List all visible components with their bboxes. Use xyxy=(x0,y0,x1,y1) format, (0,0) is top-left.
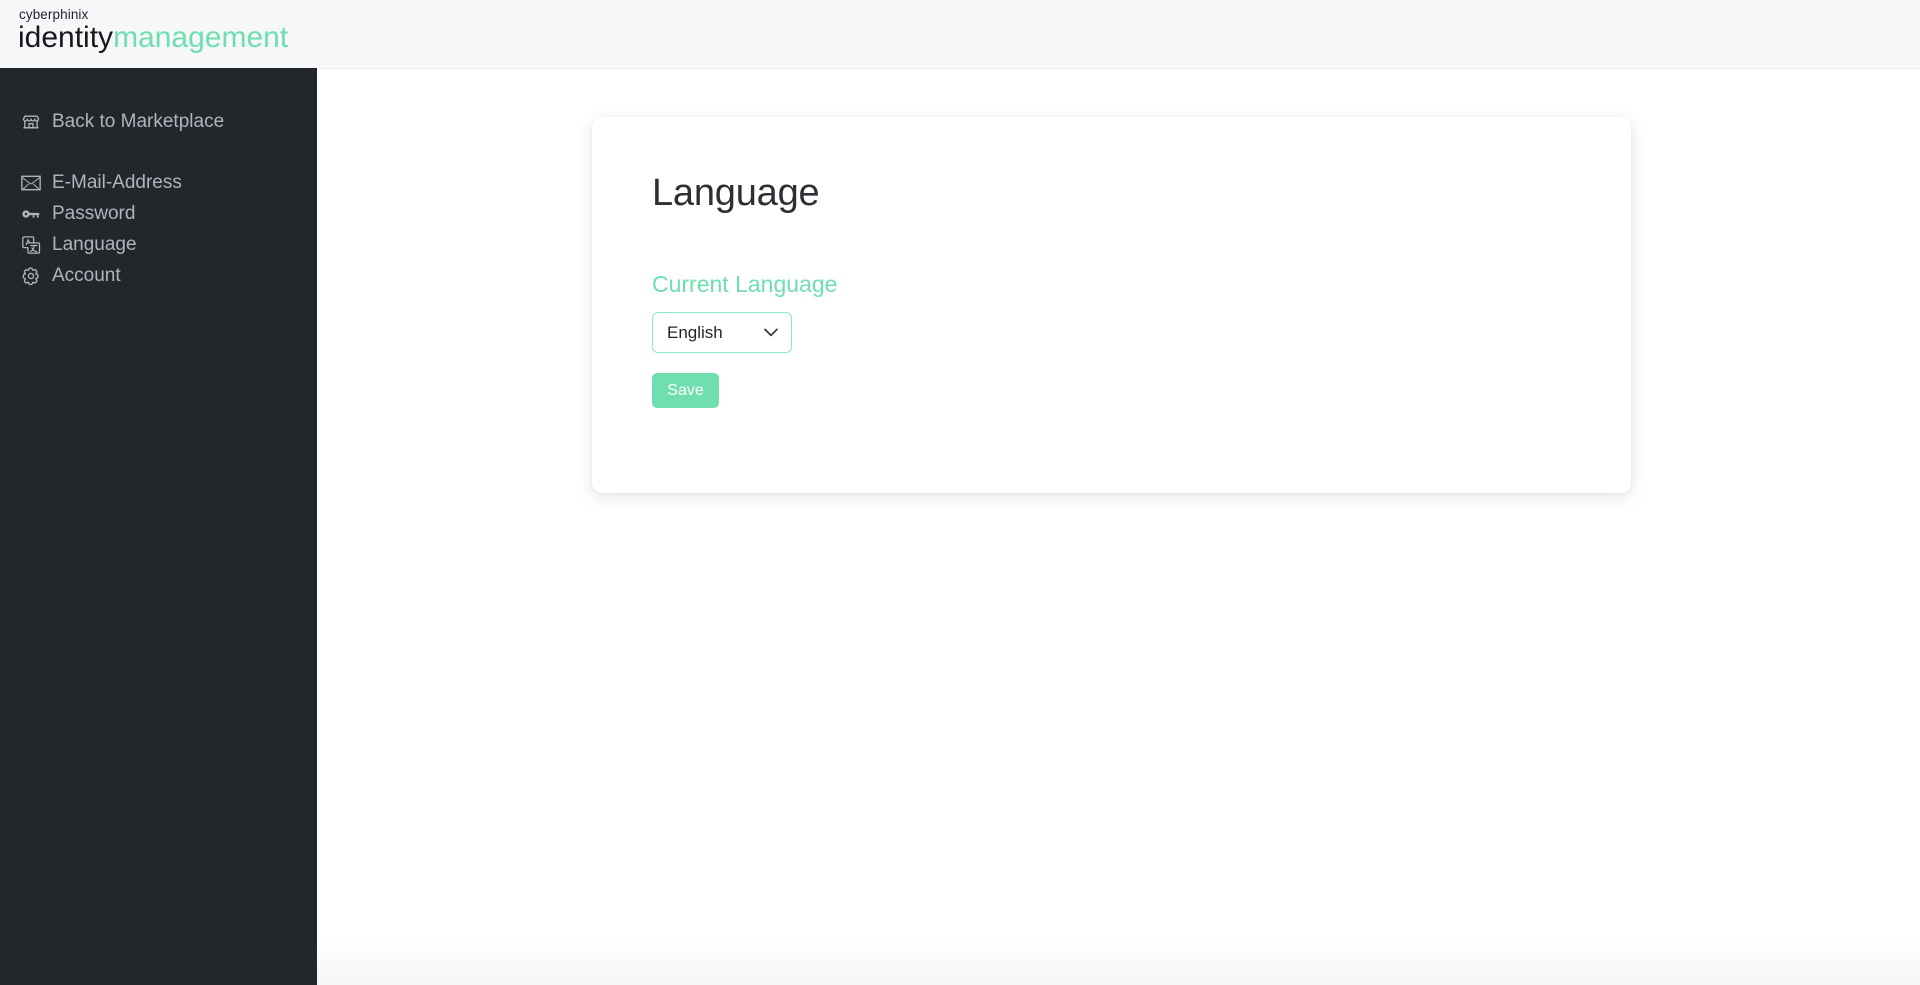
sidebar-divider-gap xyxy=(0,137,317,167)
sidebar-item-label: Password xyxy=(52,203,136,224)
chevron-down-icon xyxy=(763,325,779,341)
sidebar-item-label: E-Mail-Address xyxy=(52,172,182,193)
page-bottom-shadow xyxy=(317,933,1920,985)
sidebar-item-back-to-marketplace[interactable]: Back to Marketplace xyxy=(0,106,317,137)
sidebar-item-email-address[interactable]: E-Mail-Address xyxy=(0,167,317,198)
sidebar-item-label: Account xyxy=(52,265,121,286)
sidebar-item-label: Back to Marketplace xyxy=(52,111,225,132)
card-body: Language Current Language English Save xyxy=(592,117,1631,408)
app-header: cyberphinix identitymanagement xyxy=(0,0,1920,68)
current-language-label: Current Language xyxy=(652,271,838,297)
storefront-icon xyxy=(20,111,42,133)
page-title: Language xyxy=(652,172,820,214)
app-logo[interactable]: cyberphinix identitymanagement xyxy=(18,8,288,55)
sidebar-nav-list: Back to Marketplace E-Mail-Address Passw… xyxy=(0,68,317,291)
envelope-icon xyxy=(20,172,42,194)
sidebar-item-password[interactable]: Password xyxy=(0,198,317,229)
language-select-value: English xyxy=(667,322,723,342)
sidebar: Back to Marketplace E-Mail-Address Passw… xyxy=(0,68,317,985)
language-settings-card: Language Current Language English Save xyxy=(592,117,1631,493)
sidebar-item-account[interactable]: Account xyxy=(0,260,317,291)
logo-word-identity: identity xyxy=(18,20,114,54)
logo-brand-small: cyberphinix xyxy=(19,7,89,22)
logo-wordmark: identitymanagement xyxy=(18,21,288,55)
logo-word-management: management xyxy=(113,20,289,54)
save-button[interactable]: Save xyxy=(652,373,719,408)
sidebar-item-language[interactable]: Language xyxy=(0,229,317,260)
language-select[interactable]: English xyxy=(652,312,792,353)
translate-icon xyxy=(20,234,42,256)
key-icon xyxy=(20,203,42,225)
sidebar-item-label: Language xyxy=(52,234,137,255)
gear-icon xyxy=(20,265,42,287)
main-content: Language Current Language English Save xyxy=(317,68,1920,985)
